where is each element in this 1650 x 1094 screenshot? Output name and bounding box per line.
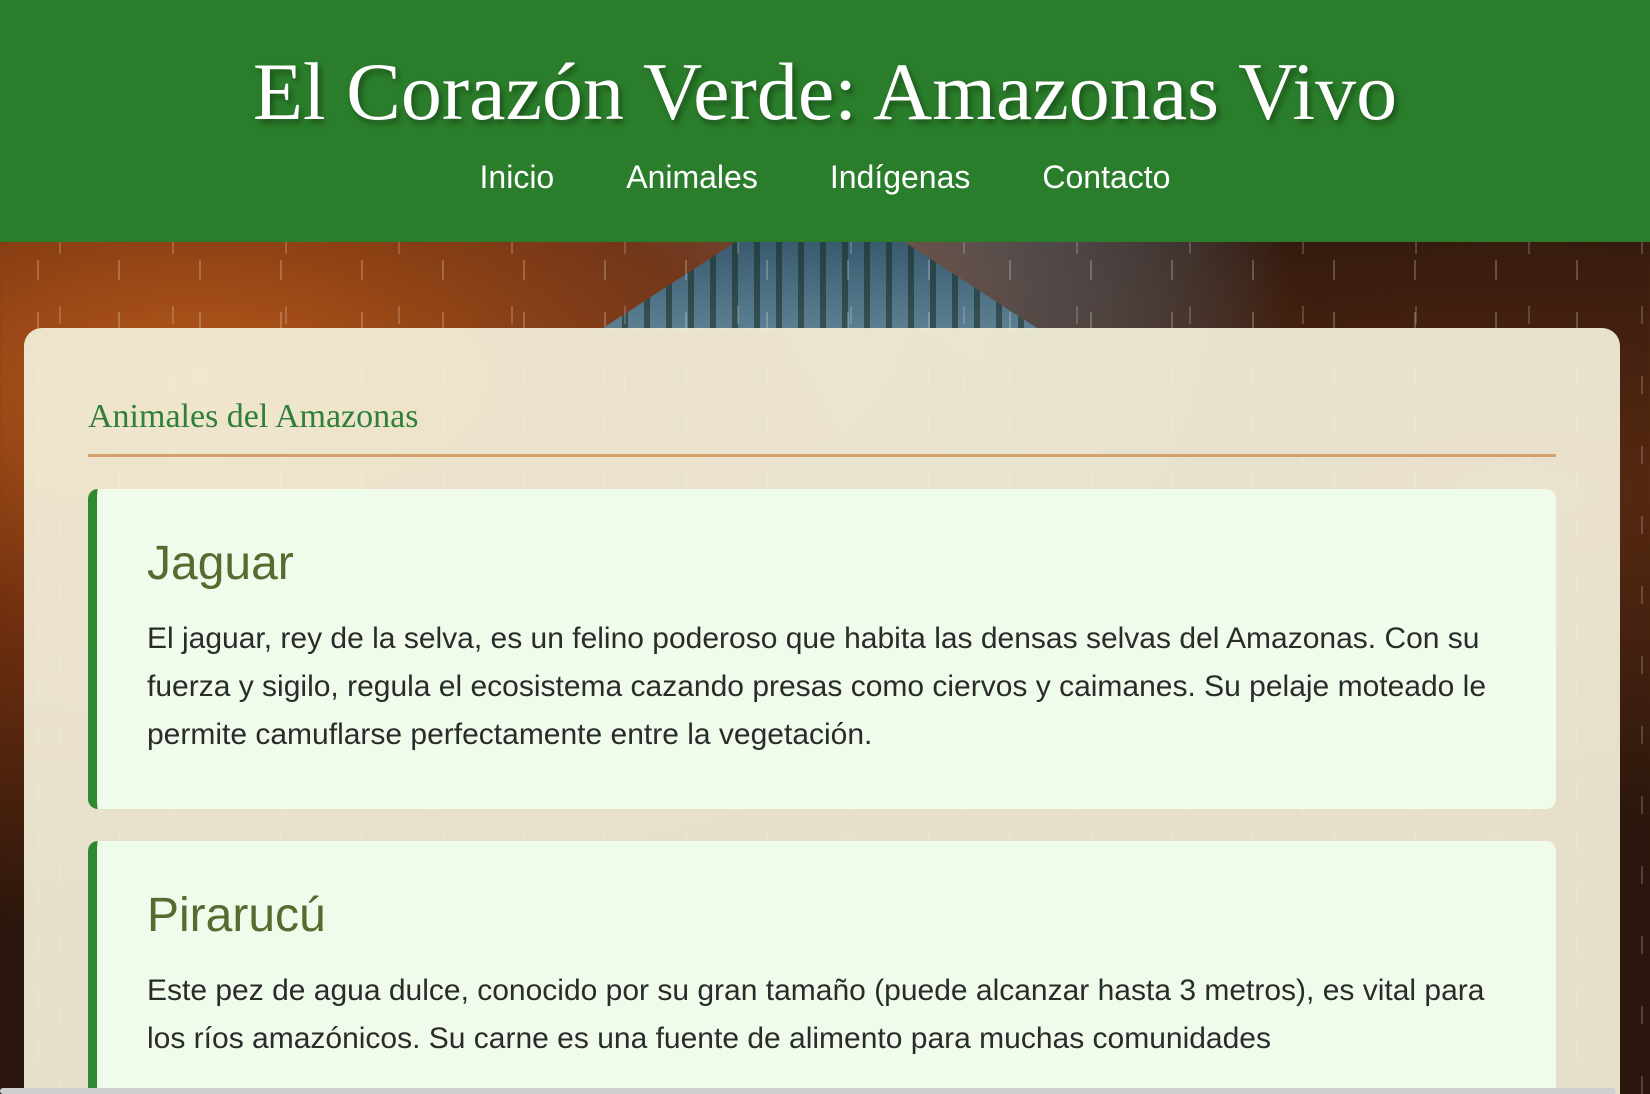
main-nav: Inicio Animales Indígenas Contacto bbox=[0, 152, 1650, 202]
animal-card-jaguar: Jaguar El jaguar, rey de la selva, es un… bbox=[88, 489, 1556, 809]
animal-card-pirarucu: Pirarucú Este pez de agua dulce, conocid… bbox=[88, 841, 1556, 1094]
nav-link-indigenas[interactable]: Indígenas bbox=[830, 152, 971, 202]
horizontal-scrollbar[interactable] bbox=[0, 1088, 1616, 1094]
animal-name: Jaguar bbox=[147, 537, 294, 590]
nav-link-inicio[interactable]: Inicio bbox=[480, 152, 555, 202]
nav-link-animales[interactable]: Animales bbox=[626, 152, 758, 202]
site-header: El Corazón Verde: Amazonas Vivo Inicio A… bbox=[0, 0, 1650, 242]
animal-name: Pirarucú bbox=[147, 889, 326, 942]
section-title: Animales del Amazonas bbox=[88, 328, 1556, 457]
site-title: El Corazón Verde: Amazonas Vivo bbox=[252, 46, 1398, 137]
background-tent-window bbox=[600, 230, 1040, 330]
animal-description: Este pez de agua dulce, conocido por su … bbox=[147, 974, 1485, 1055]
content-panel: Animales del Amazonas Jaguar El jaguar, … bbox=[24, 328, 1620, 1094]
animal-description: El jaguar, rey de la selva, es un felino… bbox=[147, 622, 1487, 751]
nav-link-contacto[interactable]: Contacto bbox=[1042, 152, 1170, 202]
